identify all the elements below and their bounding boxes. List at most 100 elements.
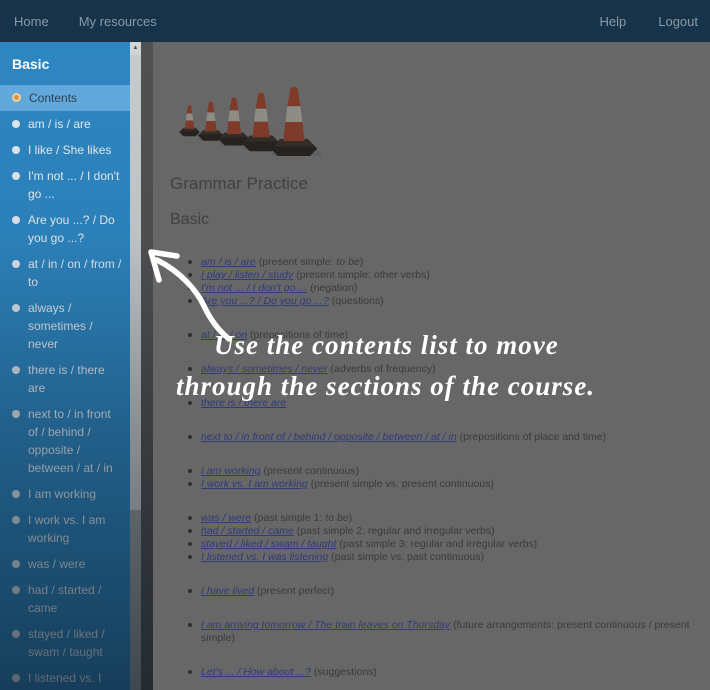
topic-link-am-is-are[interactable]: am / is / are	[201, 256, 256, 268]
topic-link-i-work-vs-i-am-working[interactable]: I work vs. I am working	[201, 478, 308, 490]
topic-link-was-were[interactable]: was / were	[201, 512, 251, 524]
topic-link-at-in-on[interactable]: at / in / on	[201, 329, 247, 341]
main-content: Grammar Practice Basic am / is / are (pr…	[153, 42, 710, 690]
topic-item-text: there is / there are	[201, 397, 286, 410]
bullet-icon	[12, 630, 20, 638]
sidebar-item-label: I like / She likes	[28, 141, 111, 159]
topic-description: (past simple 2: regular and irregular ve…	[294, 525, 495, 537]
traffic-cones-image	[176, 78, 321, 156]
sidebar-item-had-started-came[interactable]: had / started / came	[0, 577, 130, 621]
bullet-icon	[12, 120, 20, 128]
sidebar-item-are-you-do-you-go[interactable]: Are you ...? / Do you go ...?	[0, 207, 130, 251]
bullet-icon	[12, 410, 20, 418]
bullet-icon	[12, 586, 20, 594]
bullet-icon	[12, 216, 20, 224]
bullet-icon	[12, 490, 20, 498]
topic-link-i-am-working[interactable]: I am working	[201, 465, 261, 477]
topic-item: I'm not ... / I don't go ... (negation)	[170, 282, 710, 295]
sidebar-item-i-listened-vs-i-was-listening[interactable]: I listened vs. I was listening	[0, 665, 130, 690]
sidebar-item-label: Are you ...? / Do you go ...?	[28, 211, 124, 247]
topic-link-i-play-listen-study[interactable]: I play / listen / study	[201, 269, 293, 281]
sidebar-item-was-were[interactable]: was / were	[0, 551, 130, 577]
sidebar-item-label: I am working	[28, 485, 96, 503]
list-bullet-icon	[188, 435, 192, 439]
active-bullet-icon	[12, 93, 21, 102]
scroll-up-icon[interactable]: ▲	[130, 42, 141, 55]
topic-link-let-s-how-about[interactable]: Let's ... / How about ...?	[201, 666, 311, 678]
sidebar-item-label: I'm not ... / I don't go ...	[28, 167, 124, 203]
topic-link-had-started-came[interactable]: had / started / came	[201, 525, 294, 537]
list-bullet-icon	[188, 469, 192, 473]
topic-description: (past simple 3: regular and irregular ve…	[336, 538, 537, 550]
topic-item-text: I'm not ... / I don't go ... (negation)	[201, 282, 357, 295]
topic-item: stayed / liked / swam / taught (past sim…	[170, 538, 710, 551]
topic-link-i-m-not-i-don-t-go[interactable]: I'm not ... / I don't go ...	[201, 282, 307, 294]
topic-link-i-have-lived[interactable]: I have lived	[201, 585, 254, 597]
topic-item: am / is / are (present simple: to be)	[170, 256, 710, 269]
sidebar-scrollbar[interactable]: ▲	[130, 42, 141, 690]
topic-description: (prepositions of place and time)	[457, 431, 606, 443]
sidebar-item-label: I listened vs. I was listening	[28, 669, 124, 690]
topic-group: I am arriving tomorrow / The train leave…	[170, 619, 710, 645]
scrollbar-thumb[interactable]	[130, 42, 141, 510]
sidebar-item-at-in-on-from-to[interactable]: at / in / on / from / to	[0, 251, 130, 295]
sidebar-item-i-am-working[interactable]: I am working	[0, 481, 130, 507]
topic-item-text: I am arriving tomorrow / The train leave…	[201, 619, 710, 645]
list-bullet-icon	[188, 555, 192, 559]
topic-item: I have lived (present perfect)	[170, 585, 710, 598]
bullet-icon	[12, 304, 20, 312]
list-bullet-icon	[188, 670, 192, 674]
topic-link-i-listened-vs-i-was-listening[interactable]: I listened vs. I was listening	[201, 551, 328, 563]
topic-link-there-is-there-are[interactable]: there is / there are	[201, 397, 286, 409]
topic-description: (present simple:	[256, 256, 337, 268]
nav-item-logout[interactable]: Logout	[658, 14, 698, 29]
list-bullet-icon	[188, 367, 192, 371]
topic-description: to be	[336, 256, 359, 268]
nav-item-home[interactable]: Home	[14, 14, 49, 29]
topic-description: (prepositions of time)	[247, 329, 348, 341]
topic-link-stayed-liked-swam-taught[interactable]: stayed / liked / swam / taught	[201, 538, 336, 550]
topic-item-text: stayed / liked / swam / taught (past sim…	[201, 538, 537, 551]
sidebar-item-am-is-are[interactable]: am / is / are	[0, 111, 130, 137]
sidebar-item-next-to-in-front-of-behind-opposite-between-at-in[interactable]: next to / in front of / behind / opposit…	[0, 401, 130, 481]
topic-description: )	[360, 256, 364, 268]
topic-group: there is / there are	[170, 397, 710, 410]
topic-description: (past simple vs. past continuous)	[328, 551, 484, 563]
sidebar-item-label: stayed / liked / swam / taught	[28, 625, 124, 661]
list-bullet-icon	[188, 286, 192, 290]
topic-item: Let's ... / How about ...? (suggestions)	[170, 666, 710, 679]
sidebar-item-i-work-vs-i-am-working[interactable]: I work vs. I am working	[0, 507, 130, 551]
topic-item-text: I listened vs. I was listening (past sim…	[201, 551, 484, 564]
list-bullet-icon	[188, 299, 192, 303]
nav-item-help[interactable]: Help	[599, 14, 626, 29]
sidebar-item-i-like-she-likes[interactable]: I like / She likes	[0, 137, 130, 163]
topic-group: always / sometimes / never (adverbs of f…	[170, 363, 710, 376]
sidebar-item-label: had / started / came	[28, 581, 124, 617]
topic-description: )	[349, 512, 353, 524]
topic-item: I listened vs. I was listening (past sim…	[170, 551, 710, 564]
topic-description: to be	[325, 512, 348, 524]
list-bullet-icon	[188, 273, 192, 277]
content-gutter	[141, 42, 153, 690]
topic-link-next-to-in-front-of-behind-opposite-between-at-in[interactable]: next to / in front of / behind / opposit…	[201, 431, 457, 443]
sidebar-item-i-m-not-i-don-t-go[interactable]: I'm not ... / I don't go ...	[0, 163, 130, 207]
nav-item-my-resources[interactable]: My resources	[79, 14, 157, 29]
topic-link-are-you-do-you-go[interactable]: Are you ...? / Do you go ...?	[201, 295, 329, 307]
bullet-icon	[12, 366, 20, 374]
top-nav: Home My resources Help Logout	[0, 0, 710, 42]
sidebar-item-always-sometimes-never[interactable]: always / sometimes / never	[0, 295, 130, 357]
sidebar-contents-list: Contentsam / is / are I like / She likes I…	[0, 85, 130, 690]
topic-link-always-sometimes-never[interactable]: always / sometimes / never	[201, 363, 328, 375]
topic-description: (present perfect)	[254, 585, 334, 597]
topic-link-i-am-arriving-tomorrow-the-train-leaves-on-thursday[interactable]: I am arriving tomorrow / The train leave…	[201, 619, 450, 631]
list-bullet-icon	[188, 589, 192, 593]
page-subtitle: Basic	[170, 211, 710, 229]
topic-group: I am working (present continuous)I work …	[170, 465, 710, 491]
topic-item-text: was / were (past simple 1: to be)	[201, 512, 352, 525]
bullet-icon	[12, 172, 20, 180]
topic-description: (negation)	[307, 282, 357, 294]
sidebar-item-there-is-there-are[interactable]: there is / there are	[0, 357, 130, 401]
sidebar-item-contents[interactable]: Contents	[0, 85, 130, 111]
topic-item: I am arriving tomorrow / The train leave…	[170, 619, 710, 645]
sidebar-item-stayed-liked-swam-taught[interactable]: stayed / liked / swam / taught	[0, 621, 130, 665]
